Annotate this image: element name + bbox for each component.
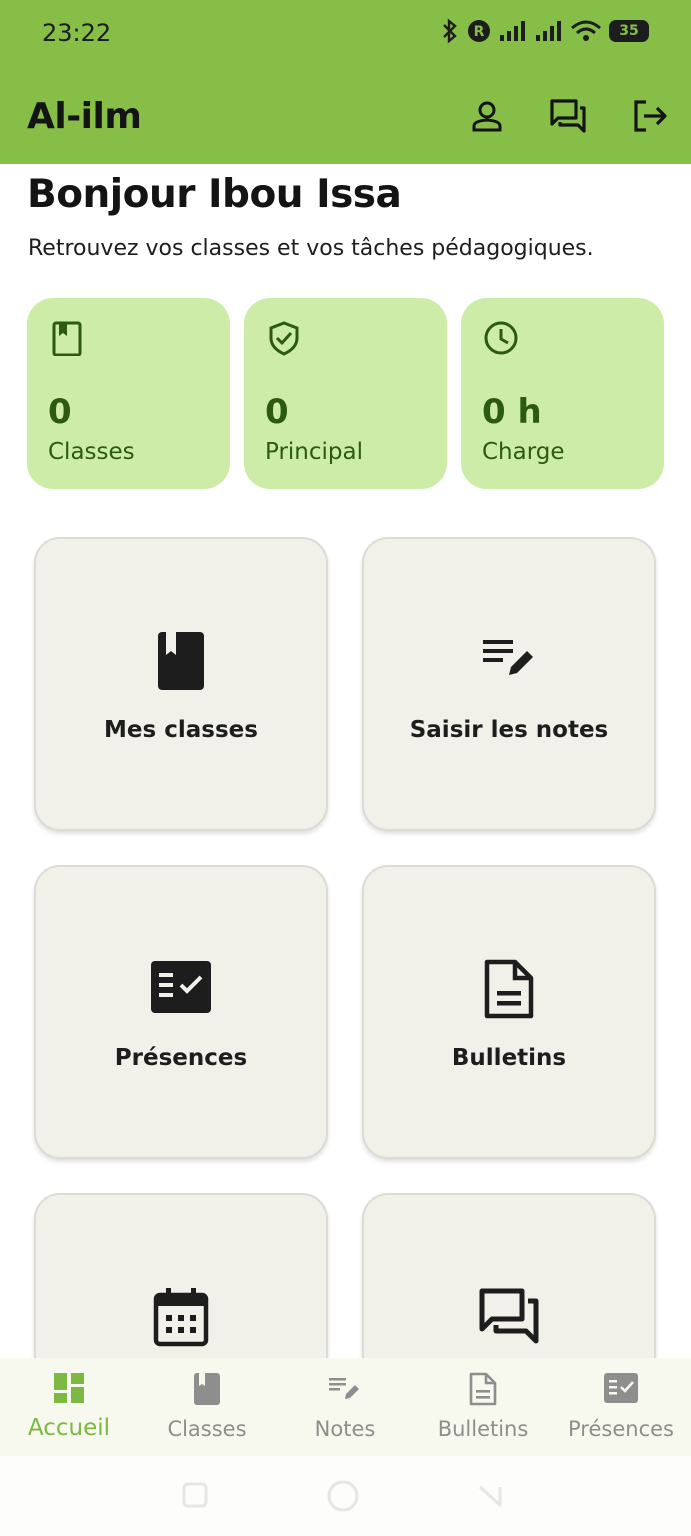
book-icon [158, 632, 204, 690]
tile-saisir-notes[interactable]: Saisir les notes [362, 537, 656, 831]
tile-bulletins[interactable]: Bulletins [362, 865, 656, 1159]
signal-icon [500, 21, 525, 41]
stat-label: Principal [265, 439, 364, 465]
nav-label: Classes [167, 1417, 247, 1441]
shield-check-icon [269, 321, 299, 356]
stat-label: Classes [48, 439, 135, 465]
clock-icon [484, 321, 518, 355]
status-time: 23:22 [42, 19, 112, 47]
bottom-navigation: Accueil Classes Notes Bulletins Présence… [0, 1358, 691, 1456]
battery-indicator: 35 [609, 20, 649, 42]
nav-label: Présences [568, 1417, 674, 1441]
nav-item-notes[interactable]: Notes [276, 1358, 414, 1456]
nav-label: Bulletins [437, 1417, 529, 1441]
tile-mes-classes[interactable]: Mes classes [34, 537, 328, 831]
logout-icon [634, 100, 667, 132]
stat-card-principal: 0 Principal [244, 298, 447, 489]
book-icon [194, 1373, 220, 1405]
tile-label: Mes classes [104, 717, 258, 743]
calendar-icon [153, 1288, 209, 1347]
svg-text:R: R [474, 24, 485, 40]
recent-apps-icon[interactable] [181, 1481, 209, 1509]
home-icon[interactable] [325, 1478, 361, 1514]
fact-check-icon [604, 1373, 638, 1403]
edit-notes-icon [483, 640, 533, 675]
wifi-icon [571, 20, 601, 41]
tile-label: Saisir les notes [409, 717, 609, 743]
status-icons: R 35 [441, 18, 649, 44]
logout-button[interactable] [630, 96, 670, 136]
stat-value: 0 [265, 392, 289, 432]
nav-label: Notes [314, 1417, 376, 1441]
stat-label: Charge [482, 439, 565, 465]
fact-check-icon [151, 961, 211, 1013]
document-icon [469, 1372, 497, 1406]
system-navigation-bar [0, 1456, 691, 1536]
greeting-subtitle: Retrouvez vos classes et vos tâches péda… [28, 236, 594, 261]
bluetooth-icon [443, 18, 457, 44]
edit-notes-icon [329, 1378, 359, 1399]
tile-label: Bulletins [451, 1045, 567, 1071]
nav-label: Accueil [27, 1415, 111, 1441]
bookmark-book-icon [52, 321, 82, 356]
stat-card-classes: 0 Classes [27, 298, 230, 489]
stat-value: 0 [48, 392, 72, 432]
app-title: Al-ilm [27, 96, 142, 137]
nav-item-accueil[interactable]: Accueil [0, 1358, 138, 1456]
status-bar: 23:22 R 35 [0, 0, 691, 70]
forum-icon [479, 1288, 539, 1344]
nav-item-bulletins[interactable]: Bulletins [414, 1358, 552, 1456]
stat-value: 0 h [482, 392, 542, 432]
stat-card-charge: 0 h Charge [461, 298, 664, 489]
dashboard-icon [54, 1373, 84, 1403]
tile-label: Présences [114, 1045, 248, 1071]
tile-presences[interactable]: Présences [34, 865, 328, 1159]
back-icon[interactable] [476, 1481, 504, 1509]
forum-icon [550, 99, 586, 133]
roaming-icon: R [468, 20, 490, 42]
messages-button[interactable] [548, 96, 588, 136]
person-icon [472, 101, 502, 132]
app-bar: Al-ilm [0, 70, 691, 164]
signal-icon [536, 21, 561, 41]
profile-button[interactable] [467, 96, 507, 136]
nav-item-presences[interactable]: Présences [552, 1358, 690, 1456]
document-icon [484, 959, 534, 1019]
nav-item-classes[interactable]: Classes [138, 1358, 276, 1456]
greeting-title: Bonjour Ibou Issa [27, 172, 402, 217]
